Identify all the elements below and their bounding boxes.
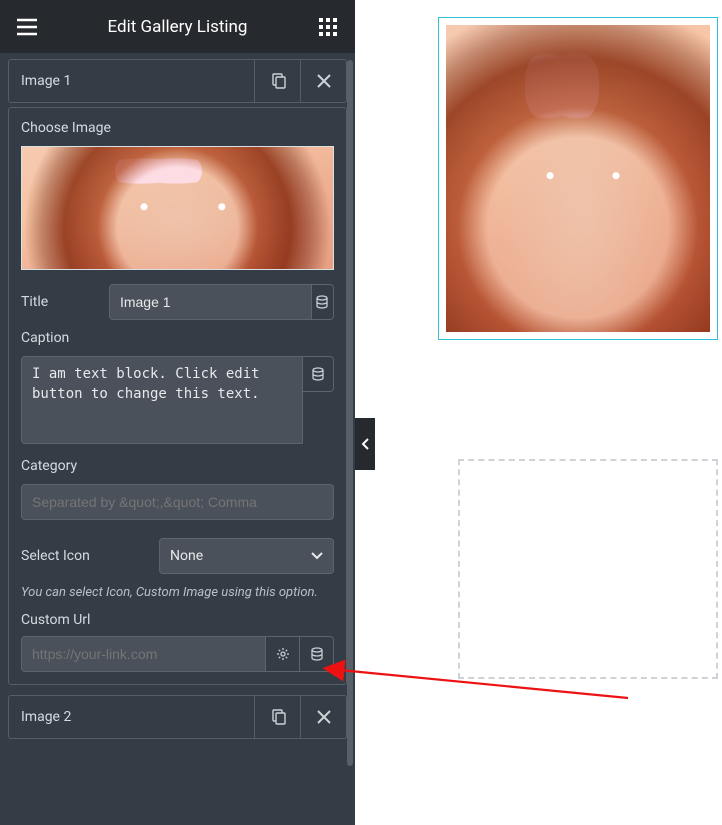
canvas [355, 0, 722, 825]
apps-icon[interactable] [315, 14, 341, 40]
menu-icon[interactable] [14, 14, 40, 40]
close-icon [317, 710, 331, 724]
copy-icon [270, 73, 286, 89]
title-label: Title [21, 284, 109, 320]
select-icon-label: Select Icon [21, 538, 159, 574]
title-input[interactable] [109, 284, 312, 320]
selected-widget-frame[interactable] [438, 17, 718, 340]
database-icon [315, 295, 329, 309]
duplicate-button[interactable] [254, 696, 300, 738]
chevron-down-icon [311, 552, 323, 560]
gallery-item-header: Image 2 [8, 695, 347, 739]
gear-icon [276, 647, 290, 661]
remove-button[interactable] [300, 696, 346, 738]
caption-label: Caption [21, 330, 334, 346]
gallery-item-header: Image 1 [8, 59, 347, 103]
close-icon [317, 74, 331, 88]
sidebar-scrollbar[interactable] [347, 60, 353, 766]
gallery-item-body: Choose Image Title Caption I am text blo… [8, 107, 347, 685]
custom-url-dynamic-button[interactable] [300, 636, 334, 672]
empty-drop-zone[interactable] [458, 459, 718, 679]
collapse-sidebar-button[interactable] [355, 418, 375, 470]
gallery-image-preview [446, 25, 710, 332]
custom-url-input[interactable] [21, 636, 266, 672]
select-icon-help: You can select Icon, Custom Image using … [21, 584, 334, 602]
select-icon-row: Select Icon None [21, 538, 334, 574]
gallery-item-toggle[interactable]: Image 1 [9, 60, 254, 102]
category-label: Category [21, 458, 334, 474]
panel-title: Edit Gallery Listing [40, 17, 315, 37]
editor-sidebar: Edit Gallery Listing Image 1 [0, 0, 355, 825]
title-dynamic-button[interactable] [312, 284, 334, 320]
select-icon-value: None [170, 548, 203, 564]
title-row: Title [21, 284, 334, 320]
sidebar-header: Edit Gallery Listing [0, 0, 355, 53]
choose-image-label: Choose Image [21, 120, 334, 136]
database-icon [310, 647, 324, 661]
chevron-left-icon [361, 438, 369, 450]
custom-url-settings-button[interactable] [266, 636, 300, 672]
gallery-item-toggle[interactable]: Image 2 [9, 696, 254, 738]
caption-textarea[interactable]: I am text block. Click edit button to ch… [21, 356, 303, 444]
custom-url-label: Custom Url [21, 612, 334, 628]
select-icon-dropdown[interactable]: None [159, 538, 334, 574]
database-icon [311, 367, 325, 381]
sidebar-body: Image 1 Choose Image Title [0, 53, 355, 825]
image-picker[interactable] [21, 146, 334, 270]
remove-button[interactable] [300, 60, 346, 102]
duplicate-button[interactable] [254, 60, 300, 102]
copy-icon [270, 709, 286, 725]
caption-dynamic-button[interactable] [303, 356, 334, 392]
category-input[interactable] [21, 484, 334, 520]
